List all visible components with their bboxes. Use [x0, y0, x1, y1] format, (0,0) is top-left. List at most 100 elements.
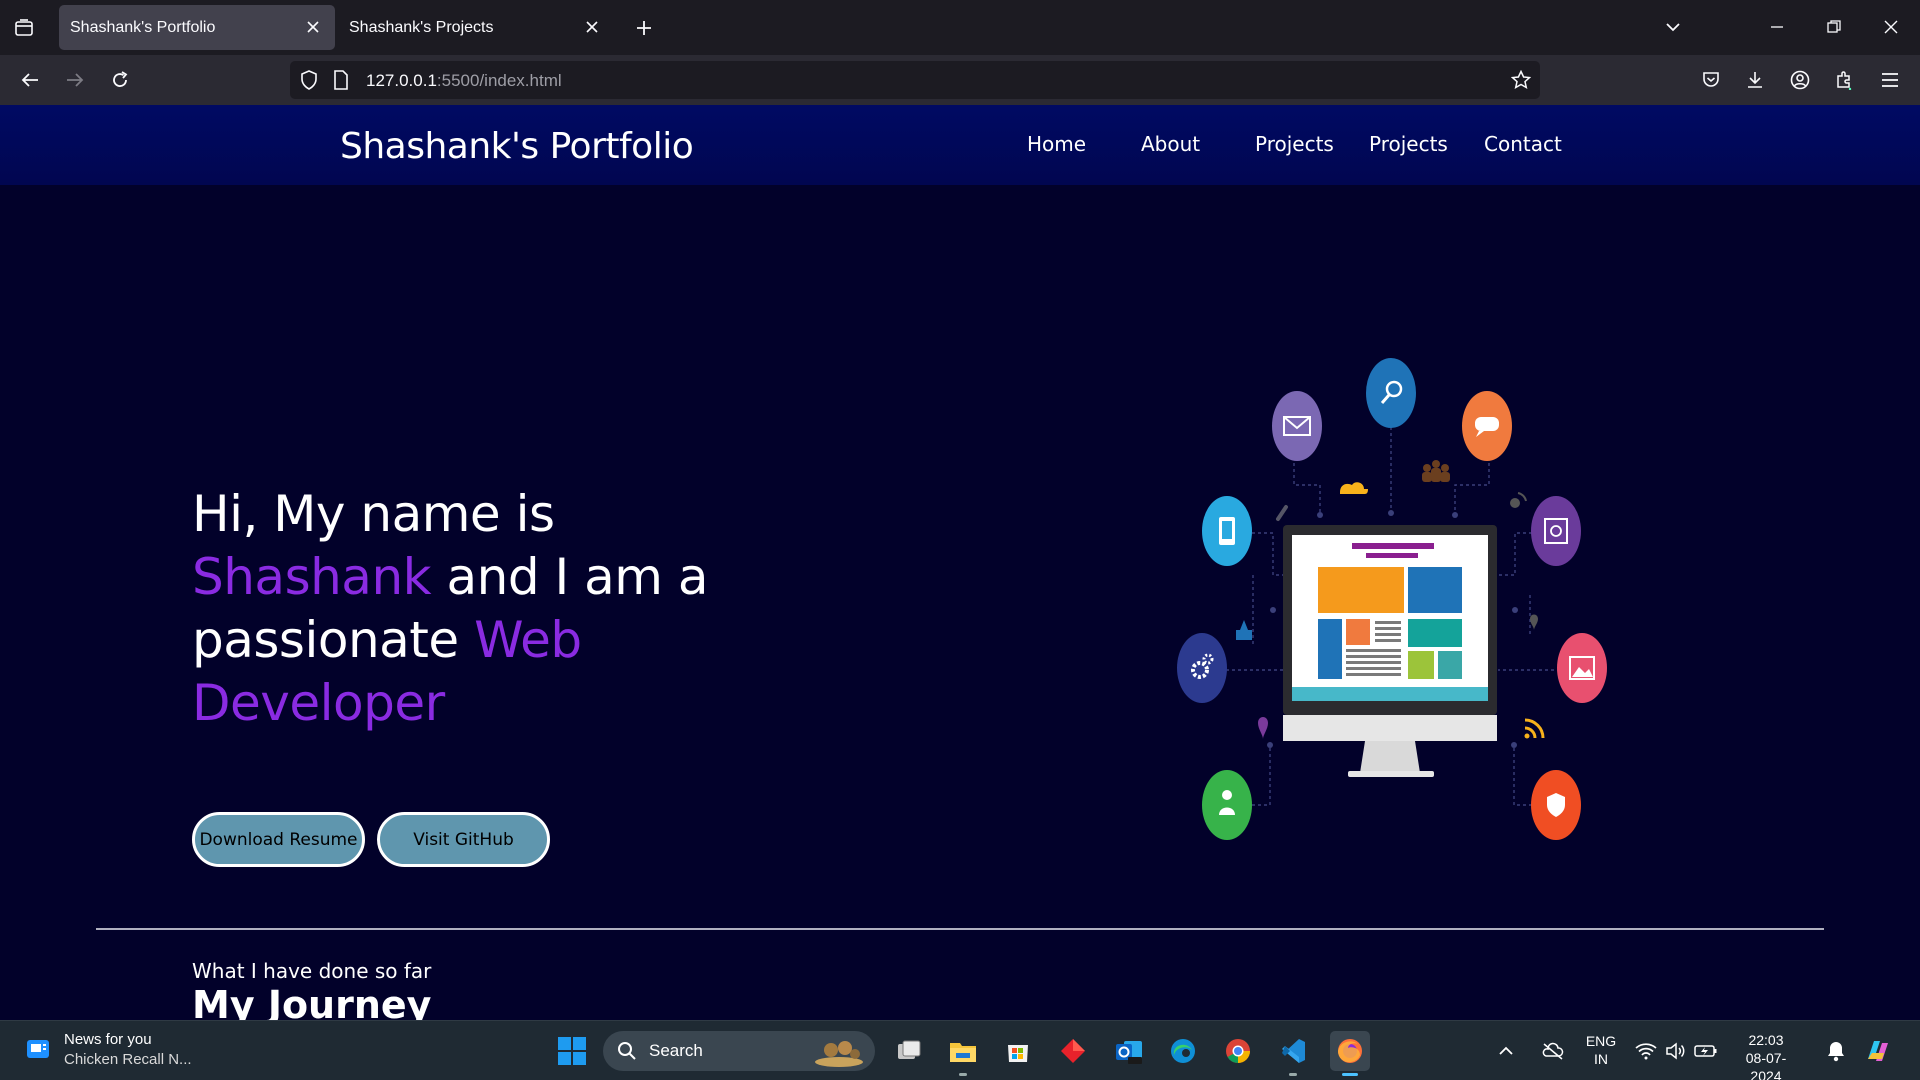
- hero-name: Shashank: [192, 548, 432, 606]
- news-subtitle: Chicken Recall N...: [64, 1051, 192, 1068]
- visit-github-button[interactable]: Visit GitHub: [377, 812, 550, 867]
- firefox-icon[interactable]: [1330, 1031, 1370, 1071]
- settings-circle-icon: [1177, 633, 1227, 703]
- download-resume-button[interactable]: Download Resume: [192, 812, 365, 867]
- back-arrow-icon[interactable]: [15, 65, 45, 95]
- search-highlight-icon: [815, 1041, 863, 1067]
- nav-projects-2[interactable]: Projects: [1369, 132, 1448, 156]
- close-window-button[interactable]: [1876, 12, 1906, 42]
- microsoft-store-icon[interactable]: [1000, 1033, 1036, 1069]
- shield-icon[interactable]: [298, 69, 320, 91]
- hero-heading: Hi, My name is Shashank and I am a passi…: [192, 483, 752, 735]
- security-shield-circle-icon: [1531, 770, 1581, 840]
- pocket-icon[interactable]: [1696, 65, 1726, 95]
- language-indicator[interactable]: ENG IN: [1581, 1032, 1621, 1068]
- site-header: Shashank's Portfolio Home About Projects…: [0, 105, 1920, 185]
- url-path: :5500/index.html: [436, 71, 562, 90]
- link-icon: [1276, 505, 1288, 521]
- tab-portfolio[interactable]: Shashank's Portfolio: [59, 5, 335, 50]
- thumbs-up-icon: [1236, 620, 1252, 640]
- magnifier-circle-icon: [1366, 358, 1416, 428]
- image-circle-icon: [1557, 633, 1607, 703]
- tab-title: Shashank's Portfolio: [70, 18, 216, 36]
- hero-role-web: Web: [474, 611, 582, 669]
- windows-start-icon[interactable]: [554, 1033, 590, 1069]
- hero-mid: and I am a: [431, 548, 708, 606]
- edge-icon[interactable]: [1165, 1033, 1201, 1069]
- bookmark-star-icon[interactable]: [1510, 69, 1532, 91]
- chat-circle-icon: [1462, 391, 1512, 461]
- satellite-icon: [1510, 492, 1527, 508]
- nav-home[interactable]: Home: [1027, 132, 1086, 156]
- clock[interactable]: 22:03 08-07-2024: [1732, 1031, 1800, 1080]
- chrome-icon[interactable]: [1220, 1033, 1256, 1069]
- bulb-icon: [1530, 614, 1538, 630]
- search-placeholder: Search: [649, 1041, 703, 1060]
- hero-greeting: Hi, My name is: [192, 485, 555, 543]
- minimize-button[interactable]: [1762, 12, 1792, 42]
- tab-projects[interactable]: Shashank's Projects: [338, 5, 614, 50]
- active-indicator: [1342, 1073, 1358, 1076]
- news-icon: [27, 1040, 49, 1058]
- close-icon[interactable]: [582, 17, 602, 37]
- mail-circle-icon: [1272, 391, 1322, 461]
- taskbar-search[interactable]: Search: [603, 1031, 875, 1071]
- clock-date: 08-07-2024: [1745, 1050, 1787, 1080]
- extensions-icon[interactable]: [1829, 65, 1859, 95]
- red-app-icon[interactable]: [1055, 1033, 1091, 1069]
- restore-button[interactable]: [1819, 12, 1849, 42]
- page-icon[interactable]: [330, 69, 352, 91]
- section-divider: [96, 928, 1824, 930]
- forward-arrow-icon[interactable]: [60, 65, 90, 95]
- vscode-icon[interactable]: [1275, 1033, 1311, 1069]
- nav-projects[interactable]: Projects: [1255, 132, 1334, 156]
- clock-time: 22:03: [1748, 1032, 1784, 1048]
- task-view-icon[interactable]: [891, 1033, 927, 1069]
- nav-about[interactable]: About: [1141, 132, 1200, 156]
- menu-icon[interactable]: [1875, 65, 1905, 95]
- browser-tab-bar: Shashank's Portfolio Shashank's Projects: [0, 0, 1920, 55]
- page-viewport: Shashank's Portfolio Home About Projects…: [0, 105, 1920, 1020]
- download-icon[interactable]: [1740, 65, 1770, 95]
- network-offline-icon[interactable]: [1538, 1033, 1568, 1069]
- windows-taskbar: News for you Chicken Recall N... Search: [0, 1020, 1920, 1080]
- running-indicator: [1289, 1073, 1297, 1076]
- wifi-icon[interactable]: [1632, 1033, 1660, 1069]
- cloud-icon: [1340, 482, 1368, 494]
- site-brand[interactable]: Shashank's Portfolio: [340, 126, 694, 167]
- new-tab-button[interactable]: [630, 14, 658, 42]
- browser-nav-bar: 127.0.0.1:5500/index.html: [0, 55, 1920, 105]
- running-indicator: [959, 1073, 967, 1076]
- journey-subtitle: What I have done so far: [192, 959, 432, 983]
- news-title: News for you: [64, 1031, 152, 1048]
- nav-contact[interactable]: Contact: [1484, 132, 1562, 156]
- account-icon[interactable]: [1785, 65, 1815, 95]
- url-host: 127.0.0.1: [366, 71, 437, 90]
- hero-role-developer: Developer: [192, 674, 445, 732]
- notification-bell-icon[interactable]: [1822, 1033, 1850, 1069]
- volume-icon[interactable]: [1662, 1033, 1690, 1069]
- search-icon: [618, 1042, 636, 1060]
- journey-title: My Journey: [192, 983, 432, 1020]
- close-icon[interactable]: [303, 17, 323, 37]
- outlook-icon[interactable]: [1111, 1033, 1147, 1069]
- video-circle-icon: [1531, 496, 1581, 566]
- battery-charging-icon[interactable]: [1692, 1033, 1720, 1069]
- user-circle-icon: [1202, 770, 1252, 840]
- location-pin-icon: [1258, 717, 1268, 739]
- url-text[interactable]: 127.0.0.1:5500/index.html: [366, 71, 562, 91]
- tab-title: Shashank's Projects: [349, 18, 494, 36]
- chevron-up-icon[interactable]: [1494, 1033, 1518, 1069]
- reload-icon[interactable]: [105, 65, 135, 95]
- url-bar[interactable]: 127.0.0.1:5500/index.html: [290, 61, 1540, 99]
- language-code: ENG: [1585, 1033, 1617, 1049]
- people-icon: [1422, 460, 1450, 482]
- region-code: IN: [1594, 1051, 1608, 1067]
- file-explorer-icon[interactable]: [945, 1033, 981, 1069]
- tab-list-icon[interactable]: [10, 14, 38, 42]
- web-development-illustration: [1177, 358, 1607, 840]
- mobile-circle-icon: [1202, 496, 1252, 566]
- hero-passionate: passionate: [192, 611, 475, 669]
- copilot-icon[interactable]: [1860, 1033, 1896, 1069]
- chevron-down-icon[interactable]: [1658, 12, 1688, 42]
